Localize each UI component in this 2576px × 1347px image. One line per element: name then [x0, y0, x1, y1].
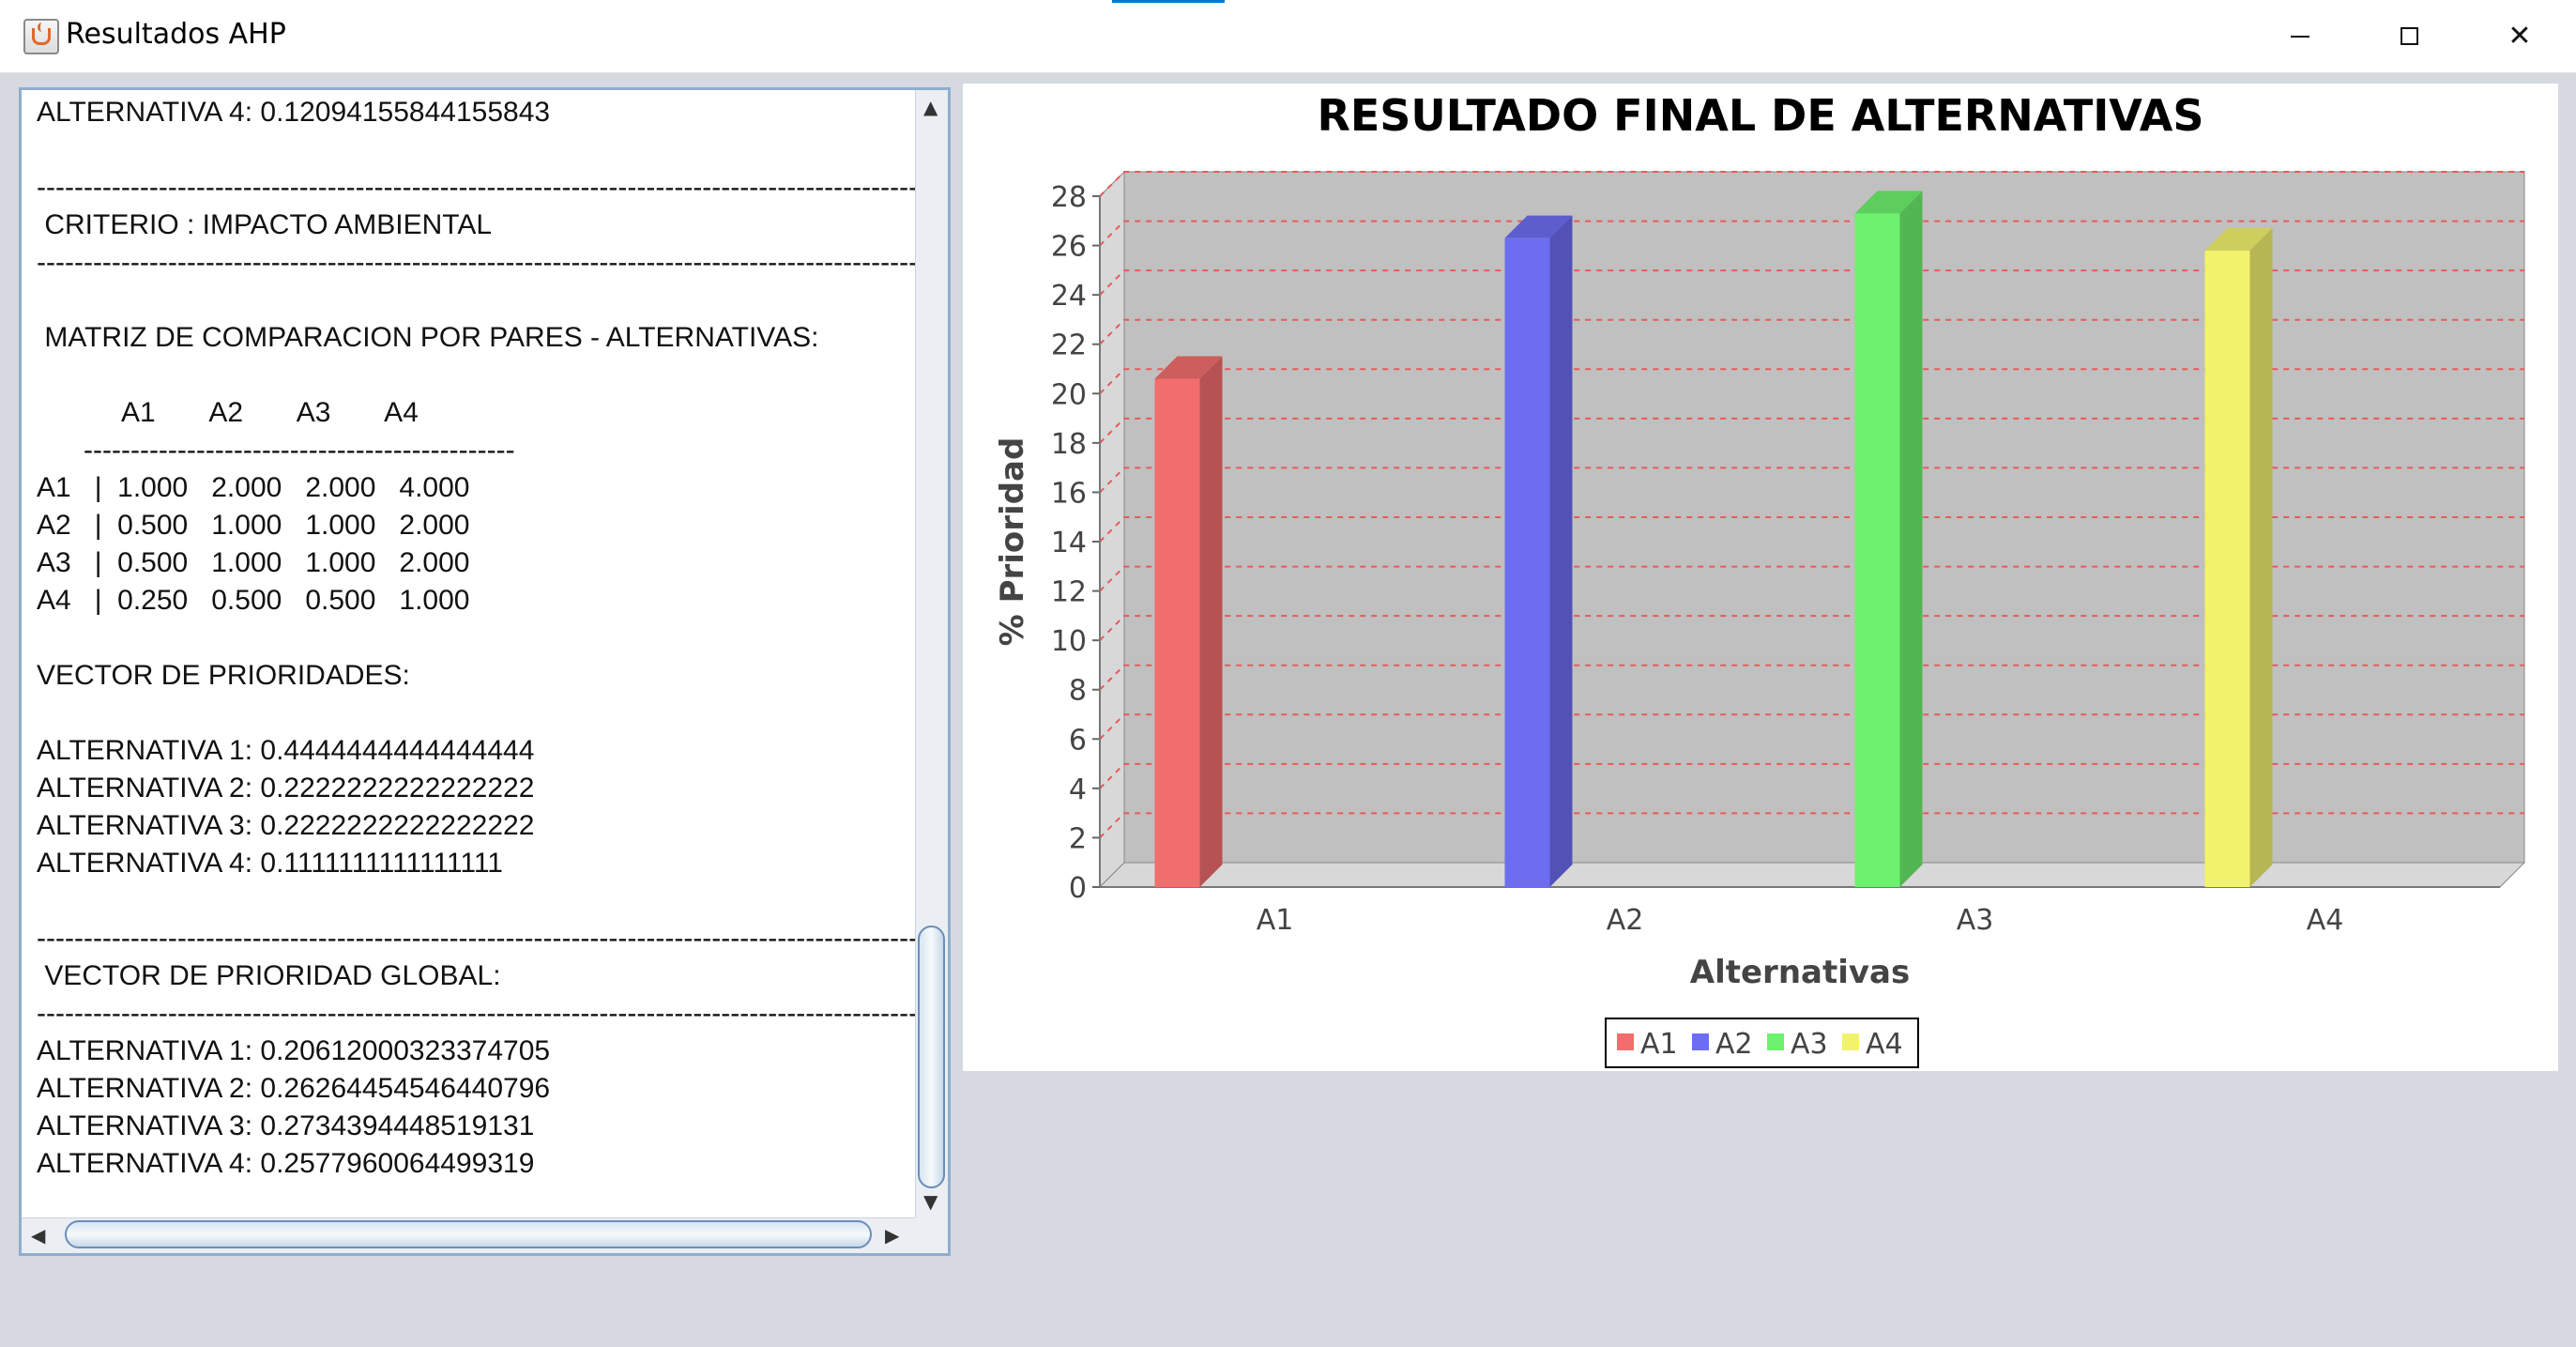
text-line: CRITERIO : IMPACTO AMBIENTAL	[37, 209, 493, 240]
legend-label: A3	[1791, 1028, 1828, 1061]
window-title: Resultados AHP	[66, 18, 286, 51]
text-line: A1 | 1.000 2.000 2.000 4.000	[37, 472, 470, 503]
bar	[1854, 213, 1900, 887]
text-line: ALTERNATIVA 4: 0.12094155844155843	[37, 97, 551, 128]
bar	[1154, 378, 1200, 887]
text-line: A2 | 0.500 1.000 1.000 2.000	[37, 510, 470, 541]
x-axis-label: Alternativas	[1690, 954, 1910, 991]
text-line: ----------------------------------------…	[37, 435, 515, 466]
plot-floor	[1098, 862, 2526, 888]
scrollbar-corner	[915, 1217, 948, 1253]
y-axis-label: % Prioridad	[994, 437, 1031, 647]
text-line: A3 | 0.500 1.000 1.000 2.000	[37, 547, 470, 578]
legend-label: A1	[1640, 1028, 1678, 1061]
y-tick-label: 18	[1051, 428, 1087, 461]
text-line: ALTERNATIVA 2: 0.2222222222222222	[37, 773, 535, 804]
text-line: ----------------------------------------…	[37, 923, 915, 954]
x-tick-label: A3	[1957, 904, 1994, 937]
chart-title: RESULTADO FINAL DE ALTERNATIVAS	[1317, 90, 2203, 141]
legend-label: A4	[1866, 1028, 1903, 1061]
java-app-icon[interactable]	[23, 19, 59, 54]
y-tick-label: 2	[1069, 822, 1087, 855]
vertical-scrollbar[interactable]: ▲ ▼	[915, 90, 948, 1217]
text-line: A1 A2 A3 A4	[37, 397, 419, 428]
bar	[2204, 250, 2250, 887]
bar-side	[1549, 215, 1573, 887]
bar-side	[1899, 191, 1923, 887]
title-accent-strip	[1112, 0, 1225, 3]
results-text-area[interactable]: ALTERNATIVA 4: 0.12094155844155843 -----…	[22, 90, 915, 1217]
plot-left-wall	[1099, 170, 1125, 889]
legend-label: A2	[1715, 1028, 1753, 1061]
text-line: MATRIZ DE COMPARACION POR PARES - ALTERN…	[37, 322, 819, 353]
text-line	[37, 131, 915, 169]
x-tick-label: A4	[2307, 904, 2344, 937]
minimize-button[interactable]	[2244, 0, 2356, 72]
bar-side	[2249, 227, 2273, 888]
text-line: ALTERNATIVA 1: 0.4444444444444444	[37, 735, 535, 766]
y-tick-label: 20	[1051, 378, 1087, 411]
text-line: ----------------------------------------…	[37, 247, 915, 278]
y-tick-label: 6	[1069, 724, 1087, 757]
text-line: ALTERNATIVA 4: 0.1111111111111111	[37, 848, 503, 879]
y-tick-label: 28	[1051, 181, 1087, 214]
text-line: ----------------------------------------…	[37, 998, 915, 1029]
text-line: ALTERNATIVA 4: 0.2577960064499319	[37, 1148, 535, 1179]
text-line: ----------------------------------------…	[37, 172, 915, 203]
text-line: ALTERNATIVA 1: 0.20612000323374705	[37, 1035, 551, 1066]
bar-side	[1199, 356, 1223, 887]
y-tick-label: 12	[1051, 576, 1087, 609]
scroll-down-icon[interactable]: ▼	[923, 1190, 937, 1213]
scroll-right-icon[interactable]: ▶	[885, 1224, 899, 1247]
text-line: VECTOR DE PRIORIDADES:	[37, 660, 410, 691]
legend-swatch	[1767, 1033, 1784, 1050]
text-line: ALTERNATIVA 2: 0.26264454546440796	[37, 1073, 551, 1104]
x-tick-label: A2	[1607, 904, 1644, 937]
chart-panel: RESULTADO FINAL DE ALTERNATIVAS 0 2 4 6 8 10 12…	[963, 84, 2558, 1071]
y-tick-label: 14	[1051, 527, 1087, 559]
text-line	[37, 882, 915, 920]
results-text: ALTERNATIVA 4: 0.12094155844155843 -----…	[22, 90, 915, 1183]
text-line: A4 | 0.250 0.500 0.500 1.000	[37, 585, 470, 616]
maximize-button[interactable]	[2353, 0, 2465, 72]
horizontal-scrollbar[interactable]: ◀ ▶	[22, 1217, 915, 1253]
y-tick-label: 22	[1051, 329, 1087, 362]
maximize-icon	[2400, 27, 2418, 45]
text-line: ALTERNATIVA 3: 0.2734394448519131	[37, 1110, 535, 1141]
y-tick-label: 4	[1069, 773, 1087, 806]
text-line	[37, 282, 915, 319]
text-line: VECTOR DE PRIORIDAD GLOBAL:	[37, 960, 501, 991]
legend-swatch	[1692, 1033, 1709, 1050]
y-tick-label: 16	[1051, 477, 1087, 510]
y-tick-label: 8	[1069, 675, 1087, 708]
bar	[1504, 237, 1550, 887]
legend-swatch	[1842, 1033, 1859, 1050]
text-line	[37, 357, 915, 394]
minimize-icon	[2291, 35, 2309, 38]
y-tick-label: 10	[1051, 625, 1087, 658]
scroll-up-icon[interactable]: ▲	[923, 96, 937, 118]
close-button[interactable]: ✕	[2463, 0, 2576, 72]
close-icon: ✕	[2507, 20, 2532, 53]
results-text-panel: ALTERNATIVA 4: 0.12094155844155843 -----…	[19, 87, 951, 1256]
text-line	[37, 620, 915, 657]
y-tick-label: 0	[1069, 872, 1087, 905]
results-bar-chart: RESULTADO FINAL DE ALTERNATIVAS024681012…	[994, 90, 2526, 1068]
y-tick-label: 24	[1051, 280, 1087, 313]
text-line: ALTERNATIVA 3: 0.2222222222222222	[37, 810, 535, 841]
y-tick-label: 26	[1051, 231, 1087, 264]
title-bar: Resultados AHP ✕	[0, 0, 2576, 73]
vertical-scroll-thumb[interactable]	[918, 926, 945, 1188]
x-tick-label: A1	[1257, 904, 1294, 937]
text-line	[37, 695, 915, 732]
legend-swatch	[1617, 1033, 1634, 1050]
scroll-left-icon[interactable]: ◀	[31, 1224, 45, 1247]
horizontal-scroll-thumb[interactable]	[65, 1220, 872, 1248]
